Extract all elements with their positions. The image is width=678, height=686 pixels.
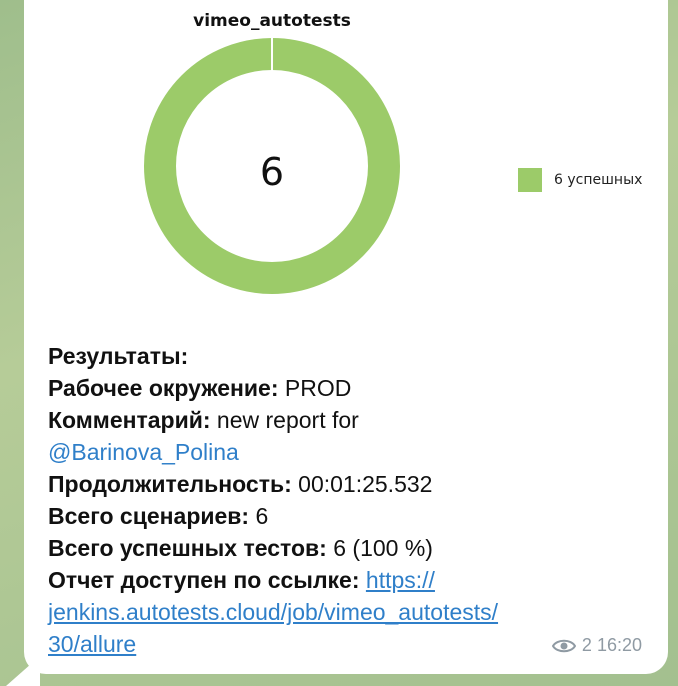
report-link-part2[interactable]: jenkins.autotests.cloud/job/vimeo_autote… xyxy=(48,599,498,625)
eye-icon xyxy=(551,639,576,652)
report-link-part3[interactable]: 30/allure xyxy=(48,631,136,657)
chart-title: vimeo_autotests xyxy=(193,11,351,31)
mention-link[interactable]: @Barinova_Polina xyxy=(48,439,239,465)
chart-center-value: 6 xyxy=(259,150,285,194)
report-link-line: Отчет доступен по ссылке: https:// xyxy=(48,567,435,593)
report-link-part1[interactable]: https:// xyxy=(366,567,435,593)
env-line: Рабочее окружение: PROD xyxy=(48,375,352,401)
message-meta: 2 16:20 xyxy=(551,635,642,656)
message-bubble: vimeo_autotests 6 6 успешных Результаты:… xyxy=(24,0,668,674)
results-heading: Результаты: xyxy=(48,343,189,369)
view-count: 2 xyxy=(581,635,592,655)
legend-swatch xyxy=(518,168,542,192)
chart-legend: 6 успешных xyxy=(518,168,642,192)
passed-line: Всего успешных тестов: 6 (100 %) xyxy=(48,535,433,561)
message-time: 16:20 xyxy=(596,635,642,655)
bubble-tail xyxy=(6,656,40,686)
report-text: Результаты: Рабочее окружение: PROD Комм… xyxy=(48,340,638,660)
duration-line: Продолжительность: 00:01:25.532 xyxy=(48,471,433,497)
scenarios-line: Всего сценариев: 6 xyxy=(48,503,269,529)
comment-line: Комментарий: new report for xyxy=(48,407,359,433)
legend-label: 6 успешных xyxy=(554,172,643,188)
